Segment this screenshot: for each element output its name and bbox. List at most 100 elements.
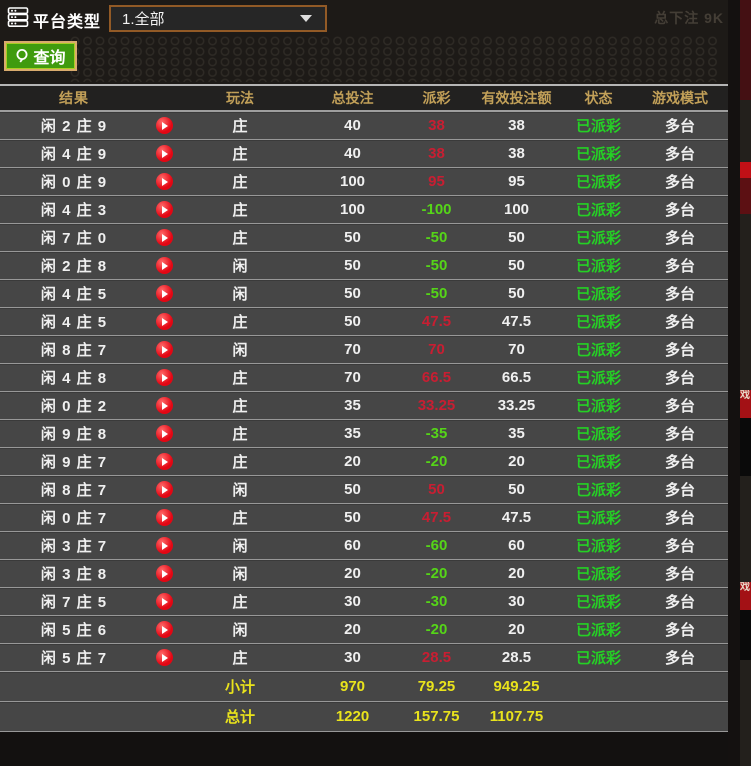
- cell-result: 闲 8 庄 7: [40, 482, 108, 499]
- cell-play: [148, 364, 180, 391]
- cell-method: 庄: [232, 146, 248, 163]
- play-button[interactable]: [155, 257, 173, 274]
- bets-table: 结果 玩法 总投注 派彩 有效投注额 状态 游戏模式 闲 2 庄 9 庄 40 38 38 已派彩 多台…: [0, 86, 728, 732]
- cell-mode: 多台: [664, 118, 695, 135]
- table-row: 闲 5 庄 7 庄 30 28.5 28.5 已派彩 多台: [0, 644, 728, 672]
- cell-status: 已派彩: [575, 146, 621, 163]
- edge-fragment: [740, 162, 751, 178]
- play-button[interactable]: [155, 649, 173, 666]
- play-button[interactable]: [155, 369, 173, 386]
- table-row: 闲 8 庄 7 闲 70 70 70 已派彩 多台: [0, 336, 728, 364]
- play-button[interactable]: [155, 173, 173, 190]
- play-button[interactable]: [155, 593, 173, 610]
- cell-mode: 多台: [664, 202, 695, 219]
- play-button[interactable]: [155, 285, 173, 302]
- cell-valid: 47.5: [501, 313, 532, 330]
- play-button[interactable]: [155, 341, 173, 358]
- header-mode: 游戏模式: [652, 90, 708, 106]
- cell-result: 闲 4 庄 3: [40, 202, 108, 219]
- cell-status: 已派彩: [575, 398, 621, 415]
- right-edge-strip: 戏 戏: [728, 0, 751, 766]
- play-button[interactable]: [155, 509, 173, 526]
- play-button[interactable]: [155, 397, 173, 414]
- play-button[interactable]: [155, 117, 173, 134]
- play-triangle-icon: [162, 373, 168, 382]
- cell-mode: 多台: [664, 454, 695, 471]
- header-result: 结果: [59, 90, 89, 106]
- play-triangle-icon: [162, 457, 168, 466]
- edge-fragment: 戏: [740, 390, 751, 418]
- cell-bet: 50: [344, 313, 361, 330]
- cell-method: 闲: [232, 538, 248, 555]
- cell-payout: -50: [425, 285, 448, 302]
- play-button[interactable]: [155, 229, 173, 246]
- play-button[interactable]: [155, 453, 173, 470]
- cell-play: [148, 588, 180, 615]
- play-triangle-icon: [162, 513, 168, 522]
- cell-mode: 多台: [664, 538, 695, 555]
- header-valid: 有效投注额: [481, 90, 552, 106]
- cell-result: 闲 8 庄 7: [40, 342, 108, 359]
- table-row: 闲 0 庄 7 庄 50 47.5 47.5 已派彩 多台: [0, 504, 728, 532]
- cell-status: 已派彩: [575, 202, 621, 219]
- platform-select[interactable]: 1.全部: [109, 5, 327, 32]
- cell-payout: 28.5: [421, 649, 452, 666]
- cell-status: 已派彩: [575, 118, 621, 135]
- cell-status: [565, 702, 632, 731]
- cell-valid: 33.25: [497, 397, 536, 414]
- table-row: 闲 4 庄 3 庄 100 -100 100 已派彩 多台: [0, 196, 728, 224]
- cell-mode: 多台: [664, 650, 695, 667]
- cell-status: 已派彩: [575, 174, 621, 191]
- cell-valid: 60: [508, 537, 525, 554]
- cell-play: [148, 140, 180, 167]
- cell-mode: 多台: [664, 426, 695, 443]
- play-button[interactable]: [155, 481, 173, 498]
- cell-result: 闲 4 庄 8: [40, 370, 108, 387]
- cell-status: 已派彩: [575, 230, 621, 247]
- table-row: 闲 4 庄 9 庄 40 38 38 已派彩 多台: [0, 140, 728, 168]
- play-triangle-icon: [162, 625, 168, 634]
- play-triangle-icon: [162, 345, 168, 354]
- table-row: 闲 2 庄 9 庄 40 38 38 已派彩 多台: [0, 112, 728, 140]
- cell-play: [148, 504, 180, 531]
- cell-status: 已派彩: [575, 286, 621, 303]
- cell-status: 已派彩: [575, 650, 621, 667]
- edge-fragment: 戏: [740, 582, 751, 610]
- cell-payout: -50: [425, 257, 448, 274]
- cell-payout: 47.5: [421, 313, 452, 330]
- cell-method: 庄: [232, 174, 248, 191]
- page: 总下注 9K 平台类型 1.全部 查询 结果 玩法 总投注 派彩 有效投注额 状态 游戏模式…: [0, 0, 751, 766]
- play-button[interactable]: [155, 565, 173, 582]
- cell-mode: 多台: [664, 510, 695, 527]
- header-play: [148, 86, 180, 110]
- play-button[interactable]: [155, 313, 173, 330]
- cell-play: [148, 336, 180, 363]
- play-button[interactable]: [155, 537, 173, 554]
- cell-valid: 50: [508, 481, 525, 498]
- edge-fragment: [740, 418, 751, 476]
- play-button[interactable]: [155, 621, 173, 638]
- cell-payout: 66.5: [421, 369, 452, 386]
- cell-payout: -50: [425, 229, 448, 246]
- cell-method: 庄: [232, 230, 248, 247]
- cell-result: 闲 3 庄 8: [40, 566, 108, 583]
- play-button[interactable]: [155, 145, 173, 162]
- cell-method: 总计: [224, 709, 255, 726]
- cell-valid: 38: [508, 117, 525, 134]
- play-button[interactable]: [155, 425, 173, 442]
- query-button[interactable]: 查询: [4, 41, 77, 71]
- search-icon: [16, 49, 28, 63]
- cell-status: 已派彩: [575, 454, 621, 471]
- cell-play: [148, 420, 180, 447]
- play-triangle-icon: [162, 121, 168, 130]
- cell-result: 闲 5 庄 6: [40, 622, 108, 639]
- cell-valid: 949.25: [493, 678, 540, 695]
- cell-status: 已派彩: [575, 258, 621, 275]
- play-button[interactable]: [155, 201, 173, 218]
- table-row: 闲 8 庄 7 闲 50 50 50 已派彩 多台: [0, 476, 728, 504]
- cell-bet: 35: [344, 397, 361, 414]
- cell-payout: -35: [425, 425, 448, 442]
- cell-bet: 50: [344, 285, 361, 302]
- cell-result: 闲 7 庄 5: [40, 594, 108, 611]
- cell-mode: 多台: [664, 258, 695, 275]
